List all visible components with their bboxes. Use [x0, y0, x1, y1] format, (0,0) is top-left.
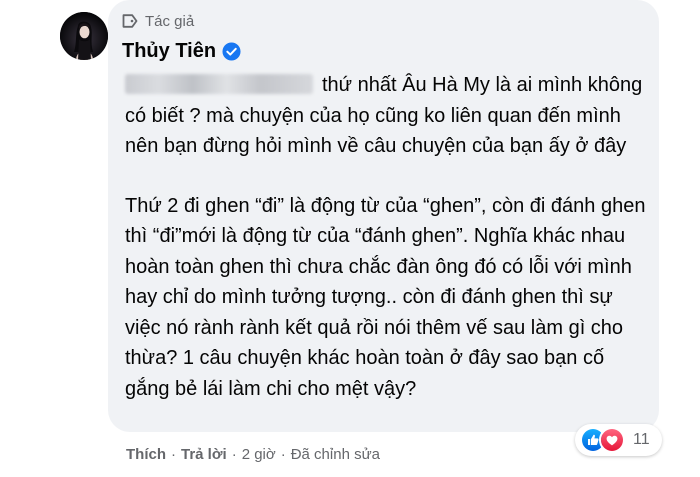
like-button[interactable]: Thích: [126, 446, 166, 463]
comment-timestamp[interactable]: 2 giờ: [242, 446, 276, 463]
avatar[interactable]: [60, 12, 108, 60]
comment-text: thứ nhất Âu Hà My là ai mình không có bi…: [125, 70, 650, 404]
separator-dot: ·: [171, 445, 176, 463]
reaction-count: 11: [633, 431, 650, 448]
comment-actions: Thích · Trả lời · 2 giờ · Đã chỉnh sửa: [126, 443, 380, 465]
comment: Tác giả Thủy Tiên thứ nhất Âu Hà My là a…: [0, 0, 700, 477]
author-badge-icon: [122, 14, 138, 28]
blurred-mention: [125, 74, 313, 94]
reactions-summary[interactable]: 11: [575, 424, 662, 456]
comment-paragraph-2: Thứ 2 đi ghen “đi” là động từ của “ghen”…: [125, 194, 646, 400]
author-name[interactable]: Thủy Tiên: [122, 40, 216, 63]
author-badge-label: Tác giả: [145, 12, 195, 30]
reply-button[interactable]: Trả lời: [181, 446, 227, 463]
love-icon: [599, 427, 625, 453]
comment-paragraph-1: thứ nhất Âu Hà My là ai mình không có bi…: [125, 70, 650, 162]
separator-dot: ·: [231, 445, 237, 463]
author-badge: Tác giả: [121, 11, 194, 31]
separator-dot: ·: [280, 445, 286, 463]
author-row: Thủy Tiên: [122, 38, 241, 64]
edited-label[interactable]: Đã chỉnh sửa: [291, 446, 380, 463]
avatar-image: [60, 12, 108, 60]
verified-badge-icon: [222, 41, 241, 61]
